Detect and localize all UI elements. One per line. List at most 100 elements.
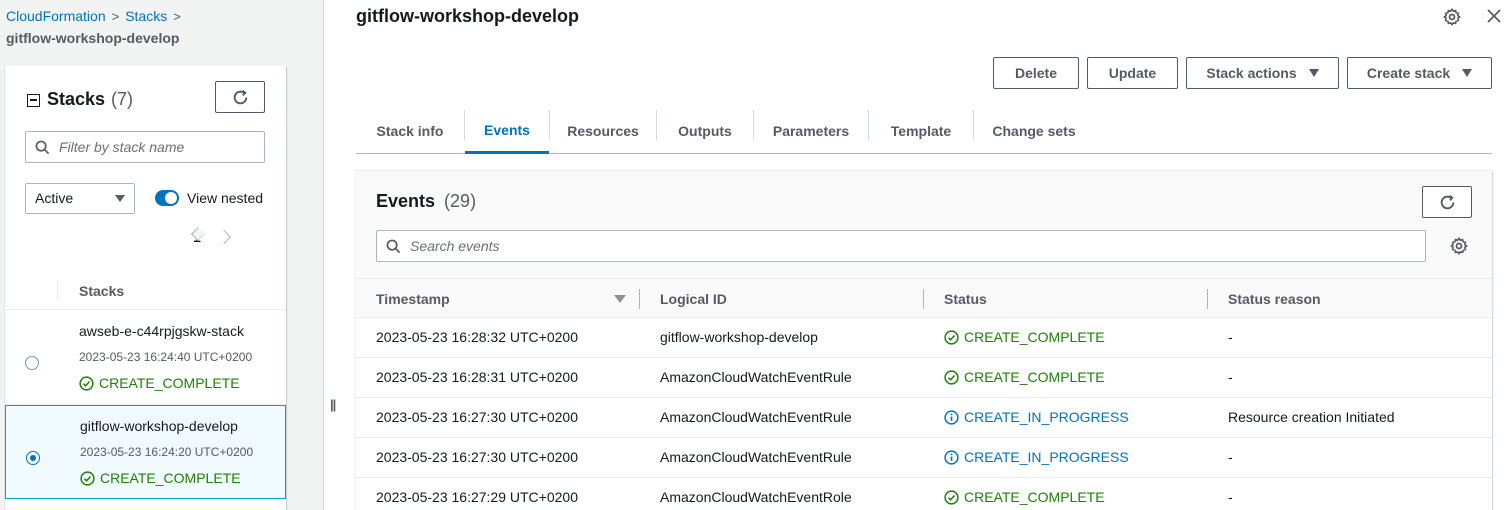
column-header-status[interactable]: Status: [944, 291, 987, 307]
column-header-timestamp[interactable]: Timestamp: [376, 291, 450, 307]
event-status-text: CREATE_IN_PROGRESS: [964, 449, 1129, 465]
event-status: CREATE_IN_PROGRESS: [944, 449, 1129, 465]
tab-events[interactable]: Events: [465, 108, 549, 154]
breadcrumb-cloudformation[interactable]: CloudFormation: [6, 8, 106, 24]
delete-button[interactable]: Delete: [993, 57, 1079, 89]
stack-date: 2023-05-23 16:24:20 UTC+0200: [80, 445, 254, 459]
events-count: (29): [444, 191, 477, 211]
event-status-text: CREATE_IN_PROGRESS: [964, 409, 1129, 425]
update-button[interactable]: Update: [1087, 57, 1178, 89]
panel-resize-handle[interactable]: ||: [330, 397, 336, 412]
stack-filter-input[interactable]: [59, 139, 264, 155]
column-header-status-reason[interactable]: Status reason: [1228, 291, 1321, 307]
event-status: CREATE_IN_PROGRESS: [944, 409, 1129, 425]
column-header-logical-id[interactable]: Logical ID: [660, 291, 727, 307]
stack-row-selected[interactable]: gitflow-workshop-develop 2023-05-23 16:2…: [5, 405, 286, 499]
column-divider[interactable]: [1207, 289, 1208, 309]
event-logical-id: AmazonCloudWatchEventRule: [660, 449, 852, 465]
check-circle-icon: [944, 329, 959, 345]
stack-radio[interactable]: [25, 356, 39, 370]
column-divider[interactable]: [923, 289, 924, 309]
delete-label: Delete: [1014, 65, 1058, 81]
event-status: CREATE_COMPLETE: [944, 369, 1105, 385]
view-nested-label: View nested: [187, 190, 264, 206]
event-logical-id: AmazonCloudWatchEventRule: [660, 369, 852, 385]
status-filter-select[interactable]: Active: [25, 183, 135, 214]
check-circle-icon: [80, 470, 95, 486]
check-circle-icon: [79, 375, 94, 391]
gear-icon[interactable]: [1450, 237, 1468, 255]
event-timestamp: 2023-05-23 16:28:32 UTC+0200: [376, 329, 578, 345]
event-status-text: CREATE_COMPLETE: [964, 489, 1105, 505]
page-title: gitflow-workshop-develop: [356, 6, 579, 26]
events-title: Events: [376, 191, 436, 211]
tab-resources[interactable]: Resources: [550, 108, 656, 154]
column-divider[interactable]: [639, 289, 640, 309]
event-reason: Resource creation Initiated: [1228, 409, 1395, 425]
search-icon: [35, 140, 50, 154]
events-heading: Events (29): [376, 191, 476, 212]
stack-name[interactable]: gitflow-workshop-develop: [80, 418, 238, 434]
stack-actions-label: Stack actions: [1206, 65, 1297, 81]
stack-status: CREATE_COMPLETE: [79, 375, 240, 391]
table-row: 2023-05-23 16:28:31 UTC+0200 AmazonCloud…: [356, 358, 1492, 398]
caret-down-icon: [115, 195, 125, 202]
status-filter-value: Active: [35, 190, 74, 206]
update-label: Update: [1108, 65, 1157, 81]
tab-outputs[interactable]: Outputs: [657, 108, 753, 154]
stack-row[interactable]: awseb-e-c44rpjgskw-stack 2023-05-23 16:2…: [5, 311, 286, 405]
event-reason: -: [1228, 329, 1233, 345]
event-status-text: CREATE_COMPLETE: [964, 329, 1105, 345]
stacks-refresh-button[interactable]: [215, 81, 265, 113]
event-status: CREATE_COMPLETE: [944, 489, 1105, 505]
stacks-count: (7): [111, 89, 134, 109]
view-nested-toggle[interactable]: [155, 190, 179, 206]
tab-stack-info[interactable]: Stack info: [356, 108, 464, 154]
stacks-heading: Stacks (7): [27, 89, 133, 110]
events-search-input[interactable]: [410, 238, 1425, 254]
sort-down-icon[interactable]: [614, 295, 626, 303]
stack-status-text: CREATE_COMPLETE: [100, 470, 241, 486]
create-stack-label: Create stack: [1366, 65, 1451, 81]
stack-radio[interactable]: [26, 451, 40, 465]
stack-status: CREATE_COMPLETE: [80, 470, 241, 486]
tab-bar: Stack info Events Resources Outputs Para…: [356, 108, 1492, 154]
close-icon[interactable]: [1487, 9, 1501, 23]
stacks-table-header: Stacks: [5, 270, 286, 310]
event-timestamp: 2023-05-23 16:28:31 UTC+0200: [376, 369, 578, 385]
table-row: 2023-05-23 16:27:30 UTC+0200 AmazonCloud…: [356, 438, 1492, 478]
stacks-column-header: Stacks: [79, 283, 125, 299]
event-reason: -: [1228, 489, 1233, 505]
breadcrumb-stacks[interactable]: Stacks: [125, 8, 167, 24]
pagination: 1: [190, 226, 231, 245]
column-divider: [57, 280, 58, 300]
events-search[interactable]: [376, 230, 1426, 262]
chevron-right-icon: >: [173, 9, 181, 24]
stack-name[interactable]: awseb-e-c44rpjgskw-stack: [79, 323, 244, 339]
tab-change-sets[interactable]: Change sets: [974, 108, 1094, 154]
tab-template[interactable]: Template: [869, 108, 973, 154]
events-refresh-button[interactable]: [1422, 186, 1472, 218]
stack-actions-button[interactable]: Stack actions: [1186, 57, 1339, 89]
table-row: 2023-05-23 16:27:29 UTC+0200 AmazonCloud…: [356, 478, 1492, 510]
event-logical-id: gitflow-workshop-develop: [660, 329, 818, 345]
event-timestamp: 2023-05-23 16:27:29 UTC+0200: [376, 489, 578, 505]
table-row: 2023-05-23 16:27:30 UTC+0200 AmazonCloud…: [356, 398, 1492, 438]
create-stack-button[interactable]: Create stack: [1347, 57, 1492, 89]
check-circle-icon: [944, 489, 959, 505]
event-status-text: CREATE_COMPLETE: [964, 369, 1105, 385]
stack-status-text: CREATE_COMPLETE: [99, 375, 240, 391]
info-circle-icon: [944, 409, 959, 425]
tab-parameters[interactable]: Parameters: [754, 108, 868, 154]
refresh-icon: [233, 89, 247, 104]
event-reason: -: [1228, 369, 1233, 385]
collapse-icon[interactable]: [27, 93, 40, 107]
chevron-right-icon[interactable]: [216, 229, 231, 245]
event-timestamp: 2023-05-23 16:27:30 UTC+0200: [376, 449, 578, 465]
breadcrumb: CloudFormation > Stacks >: [6, 7, 187, 26]
check-circle-icon: [944, 369, 959, 385]
refresh-icon: [1440, 194, 1454, 209]
stack-filter[interactable]: [25, 131, 265, 163]
gear-icon[interactable]: [1443, 8, 1461, 26]
event-logical-id: AmazonCloudWatchEventRole: [660, 489, 852, 505]
